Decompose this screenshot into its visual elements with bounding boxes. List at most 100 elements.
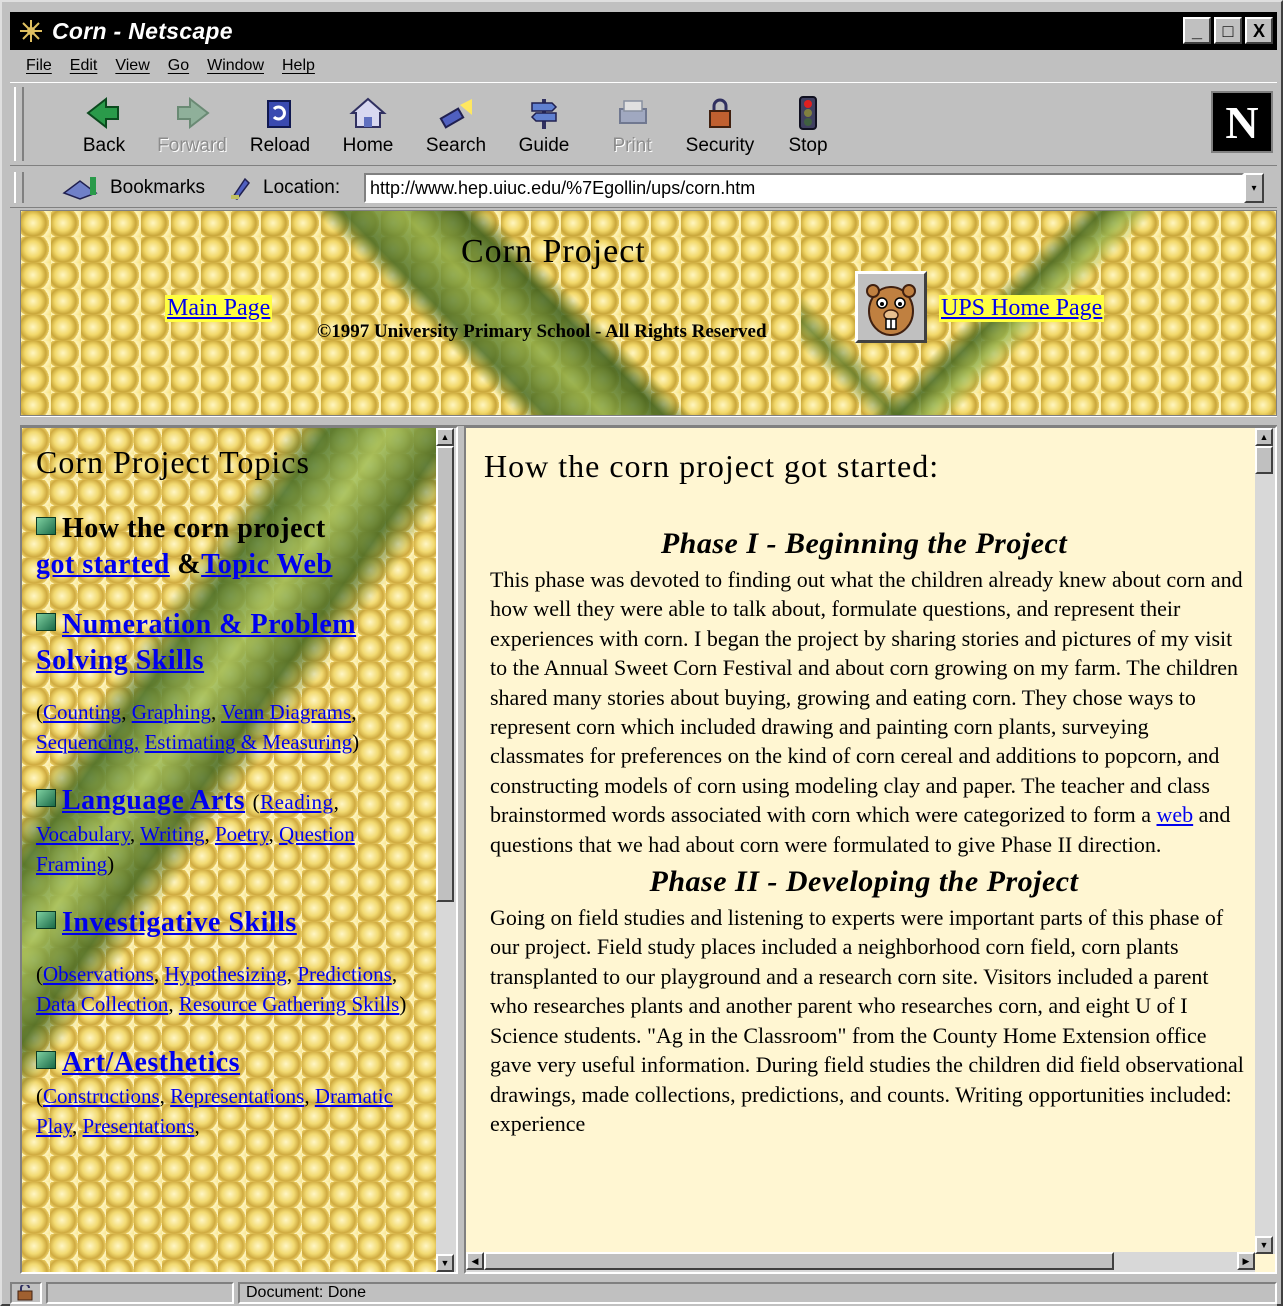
reload-button[interactable]: Reload [236,89,324,161]
sequencing-link[interactable]: Sequencing, [36,730,139,754]
language-arts-subtopics-inline: (Reading, [252,790,340,814]
web-link[interactable]: web [1157,802,1194,827]
data-collection-link[interactable]: Data Collection [36,992,168,1016]
frame-divider[interactable] [20,416,1277,426]
banner-frame: Corn Project Main Page ©1997 University … [20,210,1277,416]
guide-label: Guide [518,135,570,156]
padlock-icon [709,98,731,128]
right-horizontal-scrollbar[interactable]: ◀ ▶ [466,1252,1255,1272]
counting-link[interactable]: Counting [43,700,121,724]
horizontal-scroll-thumb[interactable] [484,1252,1114,1270]
venn-diagrams-link[interactable]: Venn Diagrams [221,700,351,724]
toolbar-grip[interactable] [14,87,24,161]
open-paren: ( [36,700,43,724]
netscape-app-icon[interactable] [16,16,46,46]
navigation-toolbar: Back Forward Reload Home Search Guide Pr… [10,82,1277,166]
copyright-text: ©1997 University Primary School - All Ri… [317,321,767,342]
menu-view[interactable]: View [115,57,149,75]
graphing-link[interactable]: Graphing [132,700,211,724]
scroll-down-button[interactable]: ▼ [436,1254,454,1272]
right-vertical-scrollbar[interactable]: ▲ ▼ [1255,428,1275,1254]
investigative-subtopics: (Observations, Hypothesizing, Prediction… [36,962,407,1016]
down-arrow-icon: ▼ [440,1258,450,1268]
home-icon [349,97,387,128]
got-started-link[interactable]: got started [36,549,170,580]
vocabulary-link[interactable]: Vocabulary [36,822,130,846]
close-icon: X [1252,20,1265,41]
scroll-left-button[interactable]: ◀ [466,1252,484,1270]
topic-started: How the corn project got started &Topic … [36,511,436,583]
forward-button[interactable]: Forward [148,89,236,161]
art-aesthetics-link[interactable]: Art/Aesthetics [62,1047,240,1078]
scroll-thumb[interactable] [436,446,454,902]
resource-gathering-link[interactable]: Resource Gathering Skills [179,992,399,1016]
back-button[interactable]: Back [60,89,148,161]
status-bar: Document: Done [10,1280,1277,1306]
ups-home-page-link[interactable]: UPS Home Page [939,295,1105,322]
scroll-up-button[interactable]: ▲ [436,428,454,446]
search-button[interactable]: Search [412,89,500,161]
security-status-icon[interactable] [10,1282,42,1304]
maximize-icon: □ [1222,20,1234,41]
constructions-link[interactable]: Constructions [43,1084,160,1108]
numeration-link[interactable]: Numeration & Problem Solving Skills [36,609,356,676]
menu-edit[interactable]: Edit [70,57,98,75]
url-dropdown-button[interactable]: ▾ [1244,173,1264,203]
title-bar[interactable]: Corn - Netscape _ □ X [10,12,1277,50]
maximize-button[interactable]: □ [1214,17,1242,44]
scroll-thumb[interactable] [1255,446,1273,474]
dropdown-arrow-icon: ▾ [1251,182,1257,194]
print-label: Print [612,135,652,156]
topic-web-link[interactable]: Topic Web [201,549,332,580]
presentations-link[interactable]: Presentations [82,1114,194,1138]
minimize-button[interactable]: _ [1183,17,1211,44]
close-button[interactable]: X [1245,17,1273,44]
estimating-measuring-link[interactable]: Estimating & Measuring [144,730,352,754]
menu-window[interactable]: Window [207,57,264,75]
article-content: How the corn project got started: Phase … [484,448,1244,1144]
scroll-right-button[interactable]: ▶ [1237,1252,1255,1270]
home-label: Home [342,135,394,156]
printer-icon [619,100,647,124]
scroll-down-button[interactable]: ▼ [1255,1236,1273,1254]
menu-go[interactable]: Go [168,57,189,75]
investigative-skills-link[interactable]: Investigative Skills [62,907,297,938]
bookmarks-button[interactable]: Bookmarks [60,173,205,203]
topic-language-arts: Language Arts (Reading, [36,783,436,819]
banner-title: Corn Project [461,233,646,270]
gopher-button[interactable] [855,271,927,343]
back-arrow-icon [86,96,119,130]
menu-file[interactable]: File [26,57,52,75]
language-arts-link[interactable]: Language Arts [62,785,245,816]
representations-link[interactable]: Representations [170,1084,304,1108]
hypothesizing-link[interactable]: Hypothesizing [164,962,286,986]
url-field[interactable]: http://www.hep.uiuc.edu/%7Egollin/ups/co… [364,173,1244,203]
topic-art: Art/Aesthetics [36,1045,436,1081]
page-proxy-icon[interactable] [227,175,253,201]
poetry-link[interactable]: Poetry [215,822,268,846]
print-button[interactable]: Print [588,89,676,161]
location-grip[interactable] [14,172,24,203]
down-arrow-icon: ▼ [1259,1240,1269,1250]
netscape-logo[interactable]: N [1211,91,1273,153]
reading-link[interactable]: Reading [260,790,333,814]
predictions-link[interactable]: Predictions [297,962,392,986]
art-subtopics: (Constructions, Representations, Dramati… [36,1084,393,1138]
home-button[interactable]: Home [324,89,412,161]
bookmarks-icon [62,176,98,200]
guide-button[interactable]: Guide [500,89,588,161]
writing-link[interactable]: Writing [140,822,204,846]
scroll-up-button[interactable]: ▲ [1255,428,1273,446]
main-page-link[interactable]: Main Page [165,295,273,322]
stop-button[interactable]: Stop [764,89,852,161]
security-label: Security [685,135,755,156]
stop-traffic-light-icon [799,96,817,130]
left-vertical-scrollbar[interactable]: ▲ ▼ [436,428,456,1272]
bullet-icon [36,911,56,929]
article-heading: How the corn project got started: [484,448,940,484]
menu-help[interactable]: Help [282,57,315,75]
reload-icon [267,100,291,128]
security-button[interactable]: Security [676,89,764,161]
observations-link[interactable]: Observations [43,962,154,986]
topic-started-text: How the corn project [62,513,326,544]
